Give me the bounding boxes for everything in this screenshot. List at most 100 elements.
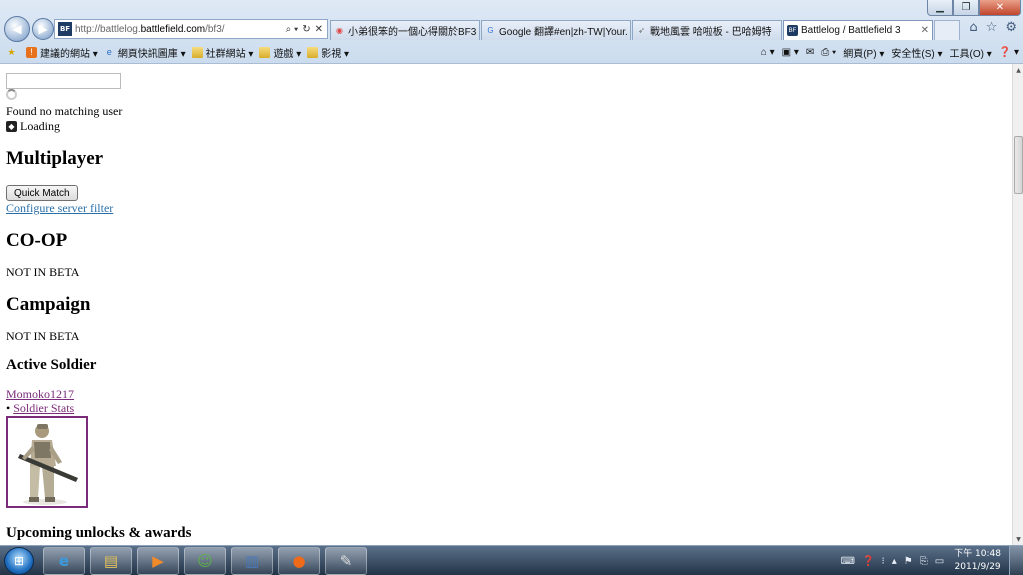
coop-heading: CO-OP — [6, 230, 68, 251]
browser-tab[interactable]: ➶ 戰地風雲 哈啦板 - 巴哈姆特 — [632, 20, 782, 40]
favorites-list: ★! 建議的網站 ▾ e 網頁快訊圖庫 ▾ 社群網站 ▾ 遊戲 ▾ 影視 ▾ — [0, 45, 349, 60]
address-tools: ⌕ ▾ ↻ ✕ — [286, 24, 327, 35]
start-button[interactable]: ⊞ — [4, 547, 34, 575]
new-tab-button[interactable] — [934, 20, 960, 40]
tab-favicon-icon: BF — [787, 25, 798, 36]
command-bar-item[interactable]: ❓ ▾ — [999, 47, 1019, 58]
tray-icon[interactable]: ⎘ — [920, 556, 928, 567]
favorites-item[interactable]: ★ — [6, 47, 20, 58]
back-button[interactable]: ◀ — [4, 16, 30, 42]
suggested-sites-icon: ! — [26, 46, 37, 58]
coop-status: NOT IN BETA — [6, 265, 80, 279]
favorites-label: 社群網站 ▾ — [205, 48, 254, 60]
broken-image-icon: ◆ — [6, 121, 17, 132]
browser-tab[interactable]: G Google 翻譯#en|zh-TW|Your... — [481, 20, 631, 40]
browser-tab[interactable]: ◉ 小弟很笨的一個心得關於BF3 b... — [330, 20, 480, 40]
file-explorer-icon: ▤ — [103, 552, 119, 570]
address-bar[interactable]: BF http://battlelog.battlefield.com/bf3/… — [54, 19, 328, 39]
folder-icon — [259, 46, 271, 58]
tray-icon[interactable]: ❓ — [862, 556, 874, 567]
show-desktop-button[interactable] — [1009, 546, 1023, 575]
favorites-item[interactable]: 社群網站 ▾ — [191, 45, 254, 60]
tray-icon[interactable]: ▭ — [935, 556, 944, 567]
folder-icon — [307, 46, 319, 58]
url-suffix: /bf3/ — [205, 23, 225, 35]
taskbar-media-player[interactable]: ▶ — [137, 547, 179, 575]
upcoming-unlocks-heading: Upcoming unlocks & awards — [6, 525, 192, 541]
soldier-image[interactable] — [6, 416, 88, 508]
taskbar-internet-explorer[interactable]: e — [43, 547, 85, 575]
favorites-item[interactable]: 影視 ▾ — [307, 45, 349, 60]
browser-chrome: ▁ ❐ ✕ ◀ ▶ BF http://battlelog.battlefiel… — [0, 0, 1023, 64]
favorites-item[interactable]: ! 建議的網站 ▾ — [26, 45, 98, 60]
favorites-bar: ★! 建議的網站 ▾ e 網頁快訊圖庫 ▾ 社群網站 ▾ 遊戲 ▾ 影視 ▾ ⌂ ▾ ▣ ▾ ✉… — [0, 42, 1023, 62]
close-window-button[interactable]: ✕ — [979, 0, 1021, 16]
taskbar-paint[interactable]: ✎ — [325, 547, 367, 575]
clock-date: 2011/9/29 — [954, 562, 1001, 572]
site-favicon: BF — [58, 22, 72, 36]
minimize-button[interactable]: ▁ — [927, 0, 953, 16]
tray-icon[interactable]: ⁝ — [882, 556, 885, 567]
tab-favicon-icon: G — [487, 26, 494, 35]
soldier-figure-icon — [18, 424, 78, 505]
search-dropdown-icon[interactable]: ⌕ ▾ — [286, 24, 299, 35]
tray-icon[interactable]: ⌨ — [841, 556, 855, 567]
command-bar-item[interactable]: 工具(O) ▾ — [950, 45, 992, 60]
paint-icon: ✎ — [339, 552, 353, 570]
url-domain: battlefield.com — [140, 23, 206, 35]
tab-label: Google 翻譯#en|zh-TW|Your... — [499, 27, 627, 38]
scroll-up-icon[interactable]: ▲ — [1013, 64, 1023, 76]
favorites-label: 影視 ▾ — [321, 48, 350, 60]
favorites-star-icon[interactable]: ☆ — [986, 20, 998, 35]
tray-icon[interactable]: ⚑ — [904, 556, 913, 567]
command-bar-item[interactable]: 安全性(S) ▾ — [891, 45, 942, 60]
windows-logo-icon: ⊞ — [13, 554, 25, 568]
forward-button[interactable]: ▶ — [32, 18, 54, 40]
vertical-scrollbar[interactable]: ▲ ▼ — [1012, 64, 1023, 545]
soldier-stats-link[interactable]: Soldier Stats — [13, 401, 74, 415]
tab-close-icon[interactable]: ✕ — [921, 25, 929, 36]
refresh-icon[interactable]: ↻ — [302, 24, 310, 35]
taskbar-application[interactable]: ▥ — [231, 547, 273, 575]
taskbar-origin[interactable]: ● — [278, 547, 320, 575]
scroll-down-icon[interactable]: ▼ — [1013, 533, 1023, 545]
command-bar-item[interactable]: ▣ ▾ — [782, 47, 799, 58]
command-bar-item[interactable]: ✉ — [806, 47, 814, 58]
gear-icon[interactable]: ⚙ — [1005, 20, 1017, 35]
favorites-label: 建議的網站 ▾ — [40, 48, 98, 60]
home-icon[interactable]: ⌂ — [969, 20, 977, 35]
tab-label: 小弟很笨的一個心得關於BF3 b... — [348, 27, 476, 38]
user-search-input[interactable] — [6, 73, 121, 89]
favorites-item[interactable]: e 網頁快訊圖庫 ▾ — [104, 45, 186, 60]
tab-label: Battlelog / Battlefield 3 — [801, 25, 901, 36]
folder-icon — [191, 46, 203, 58]
browser-tab[interactable]: BF Battlelog / Battlefield 3 ✕ — [783, 20, 933, 40]
system-tray: ⌨ ❓ ⁝ ▴ ⚑ ⎘ ▭ 下午 10:48 2011/9/29 — [841, 546, 1023, 575]
favorites-item[interactable]: 遊戲 ▾ — [259, 45, 301, 60]
url-text[interactable]: http://battlelog.battlefield.com/bf3/ — [75, 24, 286, 35]
scrollbar-thumb[interactable] — [1014, 136, 1023, 194]
maximize-button[interactable]: ❐ — [953, 0, 979, 16]
url-prefix: http://battlelog. — [75, 23, 141, 35]
arrow-right-icon: ▶ — [38, 22, 48, 36]
favorites-label: 遊戲 ▾ — [273, 48, 302, 60]
favorites-label: 網頁快訊圖庫 ▾ — [117, 48, 186, 60]
quick-match-button[interactable]: Quick Match — [6, 185, 78, 201]
page-content: Found no matching user ◆ Loading Multipla… — [0, 64, 1012, 545]
soldier-stats-row: • Soldier Stats — [6, 401, 74, 416]
clock-time: 下午 10:48 — [954, 549, 1001, 559]
taskbar: ⊞ e ▤ ▶ ☺ ▥ ● ✎ ⌨ ❓ ⁝ ▴ ⚑ ⎘ ▭ 下午 10:48 2011/9/29 — [0, 545, 1023, 575]
configure-server-filter-link[interactable]: Configure server filter — [6, 201, 113, 216]
taskbar-file-explorer[interactable]: ▤ — [90, 547, 132, 575]
clock[interactable]: 下午 10:48 2011/9/29 — [954, 548, 1001, 574]
stop-icon[interactable]: ✕ — [315, 24, 323, 35]
taskbar-messenger[interactable]: ☺ — [184, 547, 226, 575]
command-bar-item[interactable]: ⌂ ▾ — [761, 47, 775, 58]
command-bar-item[interactable]: ⎙ ▾ — [821, 47, 836, 58]
command-bar-item[interactable]: 網頁(P) ▾ — [843, 45, 884, 60]
no-match-text: Found no matching user — [6, 104, 123, 118]
command-bar: ⌂ ▾ ▣ ▾ ✉ ⎙ ▾ 網頁(P) ▾ 安全性(S) ▾ 工具(O) ▾ ❓ ▾ — [761, 42, 1019, 62]
loading-spinner-icon — [6, 89, 17, 100]
tray-icon[interactable]: ▴ — [892, 556, 897, 567]
soldier-name-link[interactable]: Momoko1217 — [6, 387, 74, 402]
